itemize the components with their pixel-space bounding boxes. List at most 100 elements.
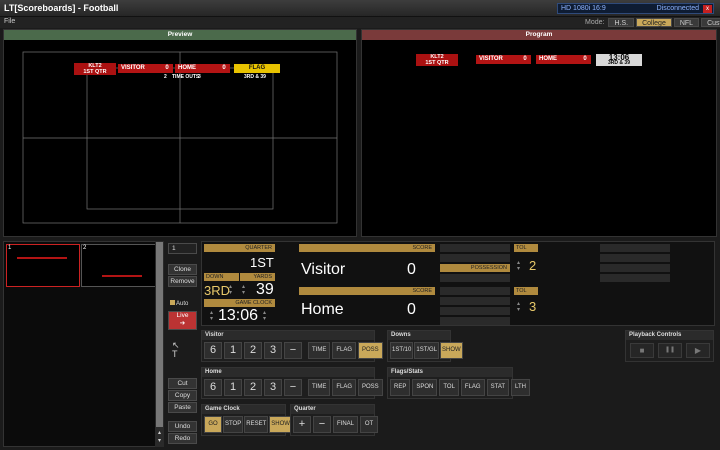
quarter-controls: Quarter + − FINAL OT bbox=[290, 404, 379, 436]
clock-right-stepper-icon[interactable]: ▴ ▾ bbox=[263, 310, 266, 322]
program-clock: 13:06 3RD & 39 bbox=[596, 54, 642, 66]
title-bar: LT[Scoreboards] - Football HD 1080i 16:9… bbox=[0, 0, 720, 17]
visitor-poss-button[interactable]: POSS bbox=[358, 342, 383, 359]
rep-button[interactable]: REP bbox=[390, 379, 411, 396]
home-flag-button[interactable]: FLAG bbox=[332, 379, 357, 396]
home-group-label: Home bbox=[202, 368, 374, 377]
visitor-add-1-button[interactable]: 1 bbox=[224, 342, 242, 359]
visitor-add-3-button[interactable]: 3 bbox=[264, 342, 282, 359]
scroll-up-icon[interactable]: ▴ bbox=[156, 430, 163, 437]
home-controls: Home 6 1 2 3 − TIME FLAG POSS bbox=[201, 367, 383, 399]
downs-show-button[interactable]: SHOW bbox=[440, 342, 463, 359]
output-status[interactable]: HD 1080i 16:9 Disconnected x bbox=[557, 3, 714, 14]
visitor-team-name[interactable]: Visitor bbox=[301, 262, 345, 278]
visitor-minus-button[interactable]: − bbox=[284, 342, 302, 359]
live-button[interactable]: Live ➔ bbox=[168, 311, 197, 330]
home-minus-button[interactable]: − bbox=[284, 379, 302, 396]
flags-stats-controls: Flags/Stats REP SPON TOL FLAG STAT LTH bbox=[387, 367, 530, 399]
visitor-tol-value[interactable]: 2 bbox=[529, 259, 536, 272]
first-and-goal-button[interactable]: 1ST/GL bbox=[414, 342, 440, 359]
file-menu[interactable]: File bbox=[4, 18, 15, 25]
program-visitor-score: 0 bbox=[523, 56, 527, 62]
quarter-plus-button[interactable]: + bbox=[293, 416, 311, 433]
scrollbar-thumb[interactable] bbox=[156, 242, 163, 427]
program-logo: KLT2 1ST QTR bbox=[416, 54, 458, 66]
visitor-add-2-button[interactable]: 2 bbox=[244, 342, 262, 359]
home-add-3-button[interactable]: 3 bbox=[264, 379, 282, 396]
game-clock-label: GAME CLOCK bbox=[204, 299, 275, 307]
video-format: HD 1080i 16:9 bbox=[561, 5, 606, 12]
mode-custom[interactable]: Custom bbox=[701, 18, 720, 27]
flags-group-label: Flags/Stats bbox=[388, 368, 512, 377]
pointer-tool-icon[interactable]: ↖ T bbox=[172, 341, 180, 359]
play-icon[interactable]: ▶ bbox=[686, 343, 710, 358]
clock-left-stepper-icon[interactable]: ▴ ▾ bbox=[210, 310, 213, 322]
home-poss-button[interactable]: POSS bbox=[358, 379, 383, 396]
preview-scorebug: KLT2 1ST QTR VISITOR 0 HOME 0 FLAG 2 TIM… bbox=[74, 63, 294, 80]
scroll-down-icon[interactable]: ▾ bbox=[156, 438, 163, 445]
home-team-name[interactable]: Home bbox=[301, 302, 344, 318]
home-tol-value[interactable]: 3 bbox=[529, 300, 536, 313]
mode-college[interactable]: College bbox=[636, 18, 672, 27]
auto-toggle[interactable]: Auto bbox=[170, 300, 188, 307]
yards-value[interactable]: 39 bbox=[256, 282, 274, 298]
down-stepper-icon[interactable]: ▴ ▾ bbox=[229, 284, 232, 296]
home-add-6-button[interactable]: 6 bbox=[204, 379, 222, 396]
playback-controls: Playback Controls ■ ❚❚ ▶ bbox=[625, 330, 714, 362]
undo-button[interactable]: Undo bbox=[168, 421, 197, 432]
home-add-2-button[interactable]: 2 bbox=[244, 379, 262, 396]
flag-button[interactable]: FLAG bbox=[460, 379, 485, 396]
pause-icon[interactable]: ❚❚ bbox=[658, 343, 682, 358]
copy-button[interactable]: Copy bbox=[168, 390, 197, 401]
first-and-10-button[interactable]: 1ST/10 bbox=[390, 342, 414, 359]
visitor-tol-label: TOL bbox=[514, 244, 538, 252]
game-clock-value[interactable]: 13:06 bbox=[218, 308, 258, 324]
preview-header: Preview bbox=[4, 30, 356, 40]
quarter-final-button[interactable]: FINAL bbox=[333, 416, 359, 433]
quarter-value[interactable]: 1ST bbox=[250, 255, 274, 271]
paste-button[interactable]: Paste bbox=[168, 402, 197, 413]
playlist-index[interactable]: 1 bbox=[168, 243, 197, 254]
clock-go-button[interactable]: GO bbox=[204, 416, 222, 433]
home-score-value[interactable]: 0 bbox=[407, 302, 416, 318]
possession-toggle[interactable]: POSSESSION bbox=[440, 264, 510, 272]
playlist-item[interactable]: 1 bbox=[6, 244, 80, 287]
lth-button[interactable]: LTH bbox=[511, 379, 530, 396]
remove-button[interactable]: Remove bbox=[168, 276, 197, 287]
spon-button[interactable]: SPON bbox=[412, 379, 438, 396]
quarter-label: QUARTER bbox=[204, 244, 275, 252]
playlist-panel[interactable]: 1 2 bbox=[3, 241, 164, 447]
home-tol-stepper-icon[interactable]: ▴ ▾ bbox=[517, 301, 520, 313]
game-clock-controls: Game Clock GO STOP RESET SHOW bbox=[201, 404, 292, 436]
playback-group-label: Playback Controls bbox=[626, 331, 713, 340]
visitor-add-6-button[interactable]: 6 bbox=[204, 342, 222, 359]
visitor-score-value[interactable]: 0 bbox=[407, 262, 416, 278]
tol-button[interactable]: TOL bbox=[439, 379, 459, 396]
redo-button[interactable]: Redo bbox=[168, 433, 197, 444]
home-time-button[interactable]: TIME bbox=[308, 379, 331, 396]
playlist-item[interactable]: 2 bbox=[81, 244, 156, 287]
clock-reset-button[interactable]: RESET bbox=[244, 416, 269, 433]
disconnect-icon[interactable]: x bbox=[703, 5, 712, 13]
home-add-1-button[interactable]: 1 bbox=[224, 379, 242, 396]
auto-checkbox[interactable] bbox=[170, 300, 175, 305]
program-scorebug: KLT2 1ST QTR VISITOR 0 HOME 0 13:06 3RD … bbox=[416, 54, 661, 66]
program-home-score: 0 bbox=[583, 56, 587, 62]
stop-icon[interactable]: ■ bbox=[630, 343, 654, 358]
mode-hs[interactable]: H.S. bbox=[608, 18, 635, 27]
mode-nfl[interactable]: NFL bbox=[673, 18, 700, 27]
yards-stepper-icon[interactable]: ▴ ▾ bbox=[242, 284, 245, 296]
clock-show-button[interactable]: SHOW bbox=[269, 416, 292, 433]
visitor-tol-stepper-icon[interactable]: ▴ ▾ bbox=[517, 260, 520, 272]
visitor-time-button[interactable]: TIME bbox=[308, 342, 331, 359]
clock-stop-button[interactable]: STOP bbox=[223, 416, 244, 433]
quarter-minus-button[interactable]: − bbox=[313, 416, 331, 433]
stat-button[interactable]: STAT bbox=[486, 379, 510, 396]
visitor-flag-button[interactable]: FLAG bbox=[332, 342, 357, 359]
playlist-scrollbar[interactable]: ▴ ▾ bbox=[155, 241, 164, 447]
cut-button[interactable]: Cut bbox=[168, 378, 197, 389]
clone-button[interactable]: Clone bbox=[168, 264, 197, 275]
preview-visitor-timeouts: 2 bbox=[164, 74, 167, 80]
down-value[interactable]: 3RD bbox=[204, 284, 230, 297]
quarter-ot-button[interactable]: OT bbox=[360, 416, 379, 433]
